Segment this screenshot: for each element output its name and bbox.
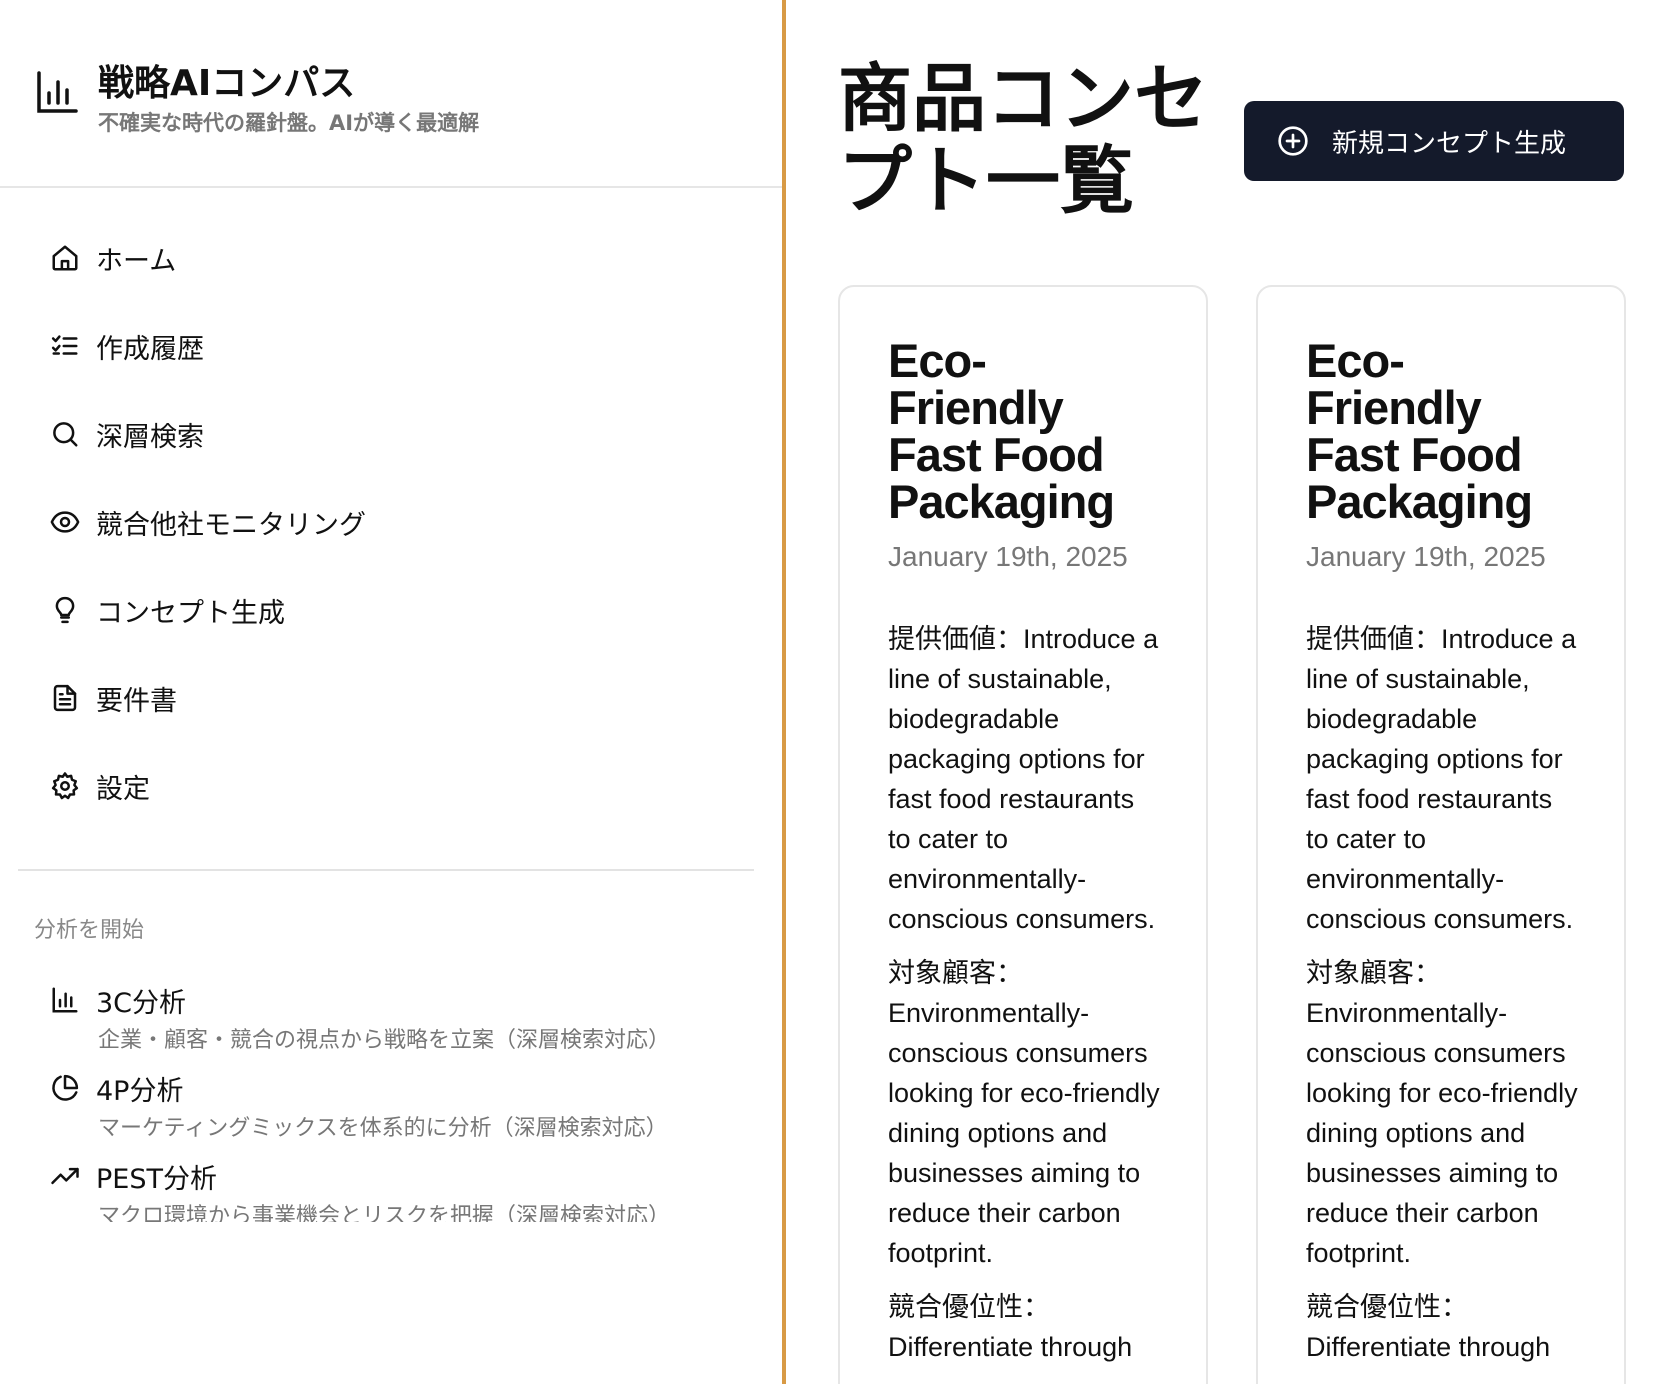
nav-item-requirements[interactable]: 要件書	[48, 670, 748, 726]
lightbulb-icon	[48, 593, 82, 627]
sidebar-divider	[18, 869, 754, 871]
nav-item-settings[interactable]: 設定	[48, 758, 748, 814]
analysis-item-name: 4P分析	[96, 1075, 184, 1107]
nav-item-label: 作成履歴	[96, 333, 204, 365]
concept-card-date: January 19th, 2025	[1306, 541, 1546, 572]
bar-chart-icon	[48, 983, 82, 1017]
analysis-item-name: 3C分析	[96, 987, 187, 1019]
concept-card-value: 提供価値：Introduce a line of sustainable, bi…	[1306, 624, 1577, 934]
concept-card-date: January 19th, 2025	[888, 541, 1128, 572]
home-icon	[48, 241, 82, 275]
concept-card-title: Eco-Friendly Fast Food Packaging	[1306, 334, 1533, 528]
sidebar: 戦略AIコンパス 不確実な時代の羅針盤。AIが導く最適解 ホーム 作成履歴 深層…	[0, 0, 786, 1384]
nav-item-concept-generation[interactable]: コンセプト生成	[48, 582, 748, 638]
app-title: 戦略AIコンパス	[98, 63, 356, 104]
bar-chart-icon	[36, 70, 78, 114]
concept-card-value: 提供価値：Introduce a line of sustainable, bi…	[888, 624, 1159, 934]
nav-item-history[interactable]: 作成履歴	[48, 318, 748, 374]
document-icon	[48, 681, 82, 715]
nav-item-competitor-monitoring[interactable]: 競合他社モニタリング	[48, 494, 748, 550]
nav-item-label: 競合他社モニタリング	[96, 509, 366, 541]
concept-card-target: 対象顧客：Environmentally-conscious consumers…	[888, 958, 1160, 1268]
concept-card-target: 対象顧客：Environmentally-conscious consumers…	[1306, 958, 1578, 1268]
analysis-item-4p[interactable]: 4P分析 マーケティングミックスを体系的に分析（深層検索対応）	[48, 1068, 748, 1156]
pie-chart-icon	[48, 1071, 82, 1105]
sidebar-scroll-clip	[0, 1222, 782, 1384]
new-concept-button-label: 新規コンセプト生成	[1332, 128, 1567, 159]
search-icon	[48, 417, 82, 451]
trending-up-icon	[48, 1159, 82, 1193]
nav-item-label: 要件書	[96, 685, 177, 717]
concept-card[interactable]: Eco-Friendly Fast Food Packaging January…	[838, 285, 1208, 1384]
analysis-item-3c[interactable]: 3C分析 企業・顧客・競合の視点から戦略を立案（深層検索対応）	[48, 980, 748, 1068]
concept-card[interactable]: Eco-Friendly Fast Food Packaging January…	[1256, 285, 1626, 1384]
nav-item-label: ホーム	[96, 245, 177, 277]
new-concept-button[interactable]: 新規コンセプト生成	[1244, 101, 1624, 181]
main-content: 商品コンセプト一覧 新規コンセプト生成 Eco-Friendly Fast Fo…	[790, 0, 1654, 1384]
list-checks-icon	[48, 329, 82, 363]
nav-item-deep-search[interactable]: 深層検索	[48, 406, 748, 462]
nav-item-home[interactable]: ホーム	[48, 230, 748, 286]
page-title: 商品コンセプト一覧	[838, 56, 1208, 224]
nav-item-label: 深層検索	[96, 421, 204, 453]
nav-item-label: 設定	[96, 773, 150, 805]
app-subtitle: 不確実な時代の羅針盤。AIが導く最適解	[98, 111, 480, 135]
concept-card-title: Eco-Friendly Fast Food Packaging	[888, 334, 1115, 528]
nav-item-label: コンセプト生成	[96, 597, 285, 629]
brand-header: 戦略AIコンパス 不確実な時代の羅針盤。AIが導く最適解	[0, 0, 782, 188]
analysis-item-desc: マーケティングミックスを体系的に分析（深層検索対応）	[98, 1116, 668, 1141]
concept-card-advantage: 競合優位性：Differentiate through	[1306, 1292, 1551, 1362]
plus-circle-icon	[1276, 124, 1310, 158]
analysis-item-desc: 企業・顧客・競合の視点から戦略を立案（深層検索対応）	[98, 1028, 671, 1053]
gear-icon	[48, 769, 82, 803]
eye-icon	[48, 505, 82, 539]
concept-card-advantage: 競合優位性：Differentiate through	[888, 1292, 1133, 1362]
analysis-item-name: PEST分析	[96, 1163, 217, 1195]
analysis-section-title: 分析を開始	[34, 918, 145, 943]
